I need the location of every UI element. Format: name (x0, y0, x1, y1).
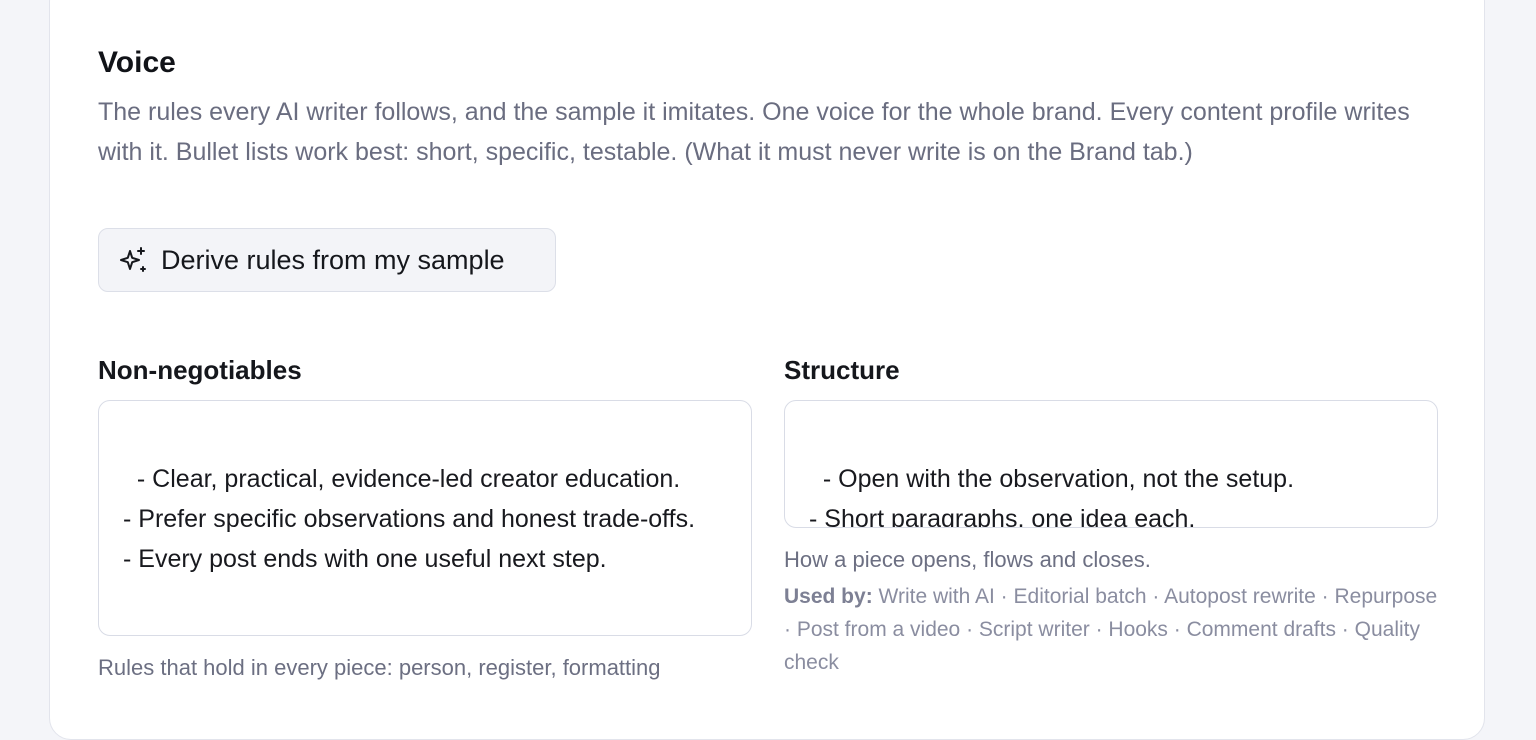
structure-label: Structure (784, 355, 900, 385)
resize-handle-icon[interactable] (733, 617, 749, 633)
sparkles-icon (119, 245, 149, 275)
derive-rules-button-label: Derive rules from my sample (161, 244, 505, 275)
structure-value: - Open with the observation, not the set… (809, 465, 1295, 528)
non-negotiables-textarea[interactable]: - Clear, practical, evidence-led creator… (98, 400, 752, 636)
non-negotiables-value: - Clear, practical, evidence-led creator… (123, 465, 696, 573)
used-by-label: Used by: (784, 585, 873, 608)
structure-hint: How a piece opens, flows and closes. (784, 547, 1151, 572)
derive-rules-button[interactable]: Derive rules from my sample (98, 228, 556, 292)
used-by-list: Write with AI · Editorial batch · Autopo… (784, 585, 1438, 674)
resize-handle-icon[interactable] (1419, 509, 1435, 525)
non-negotiables-label: Non-negotiables (98, 355, 302, 385)
section-title: Voice (98, 46, 176, 79)
non-negotiables-hint: Rules that hold in every piece: person, … (98, 655, 661, 680)
section-description: The rules every AI writer follows, and t… (98, 98, 1410, 166)
structure-textarea[interactable]: - Open with the observation, not the set… (784, 400, 1438, 528)
structure-used-by: Used by: Write with AI · Editorial batch… (784, 580, 1444, 679)
